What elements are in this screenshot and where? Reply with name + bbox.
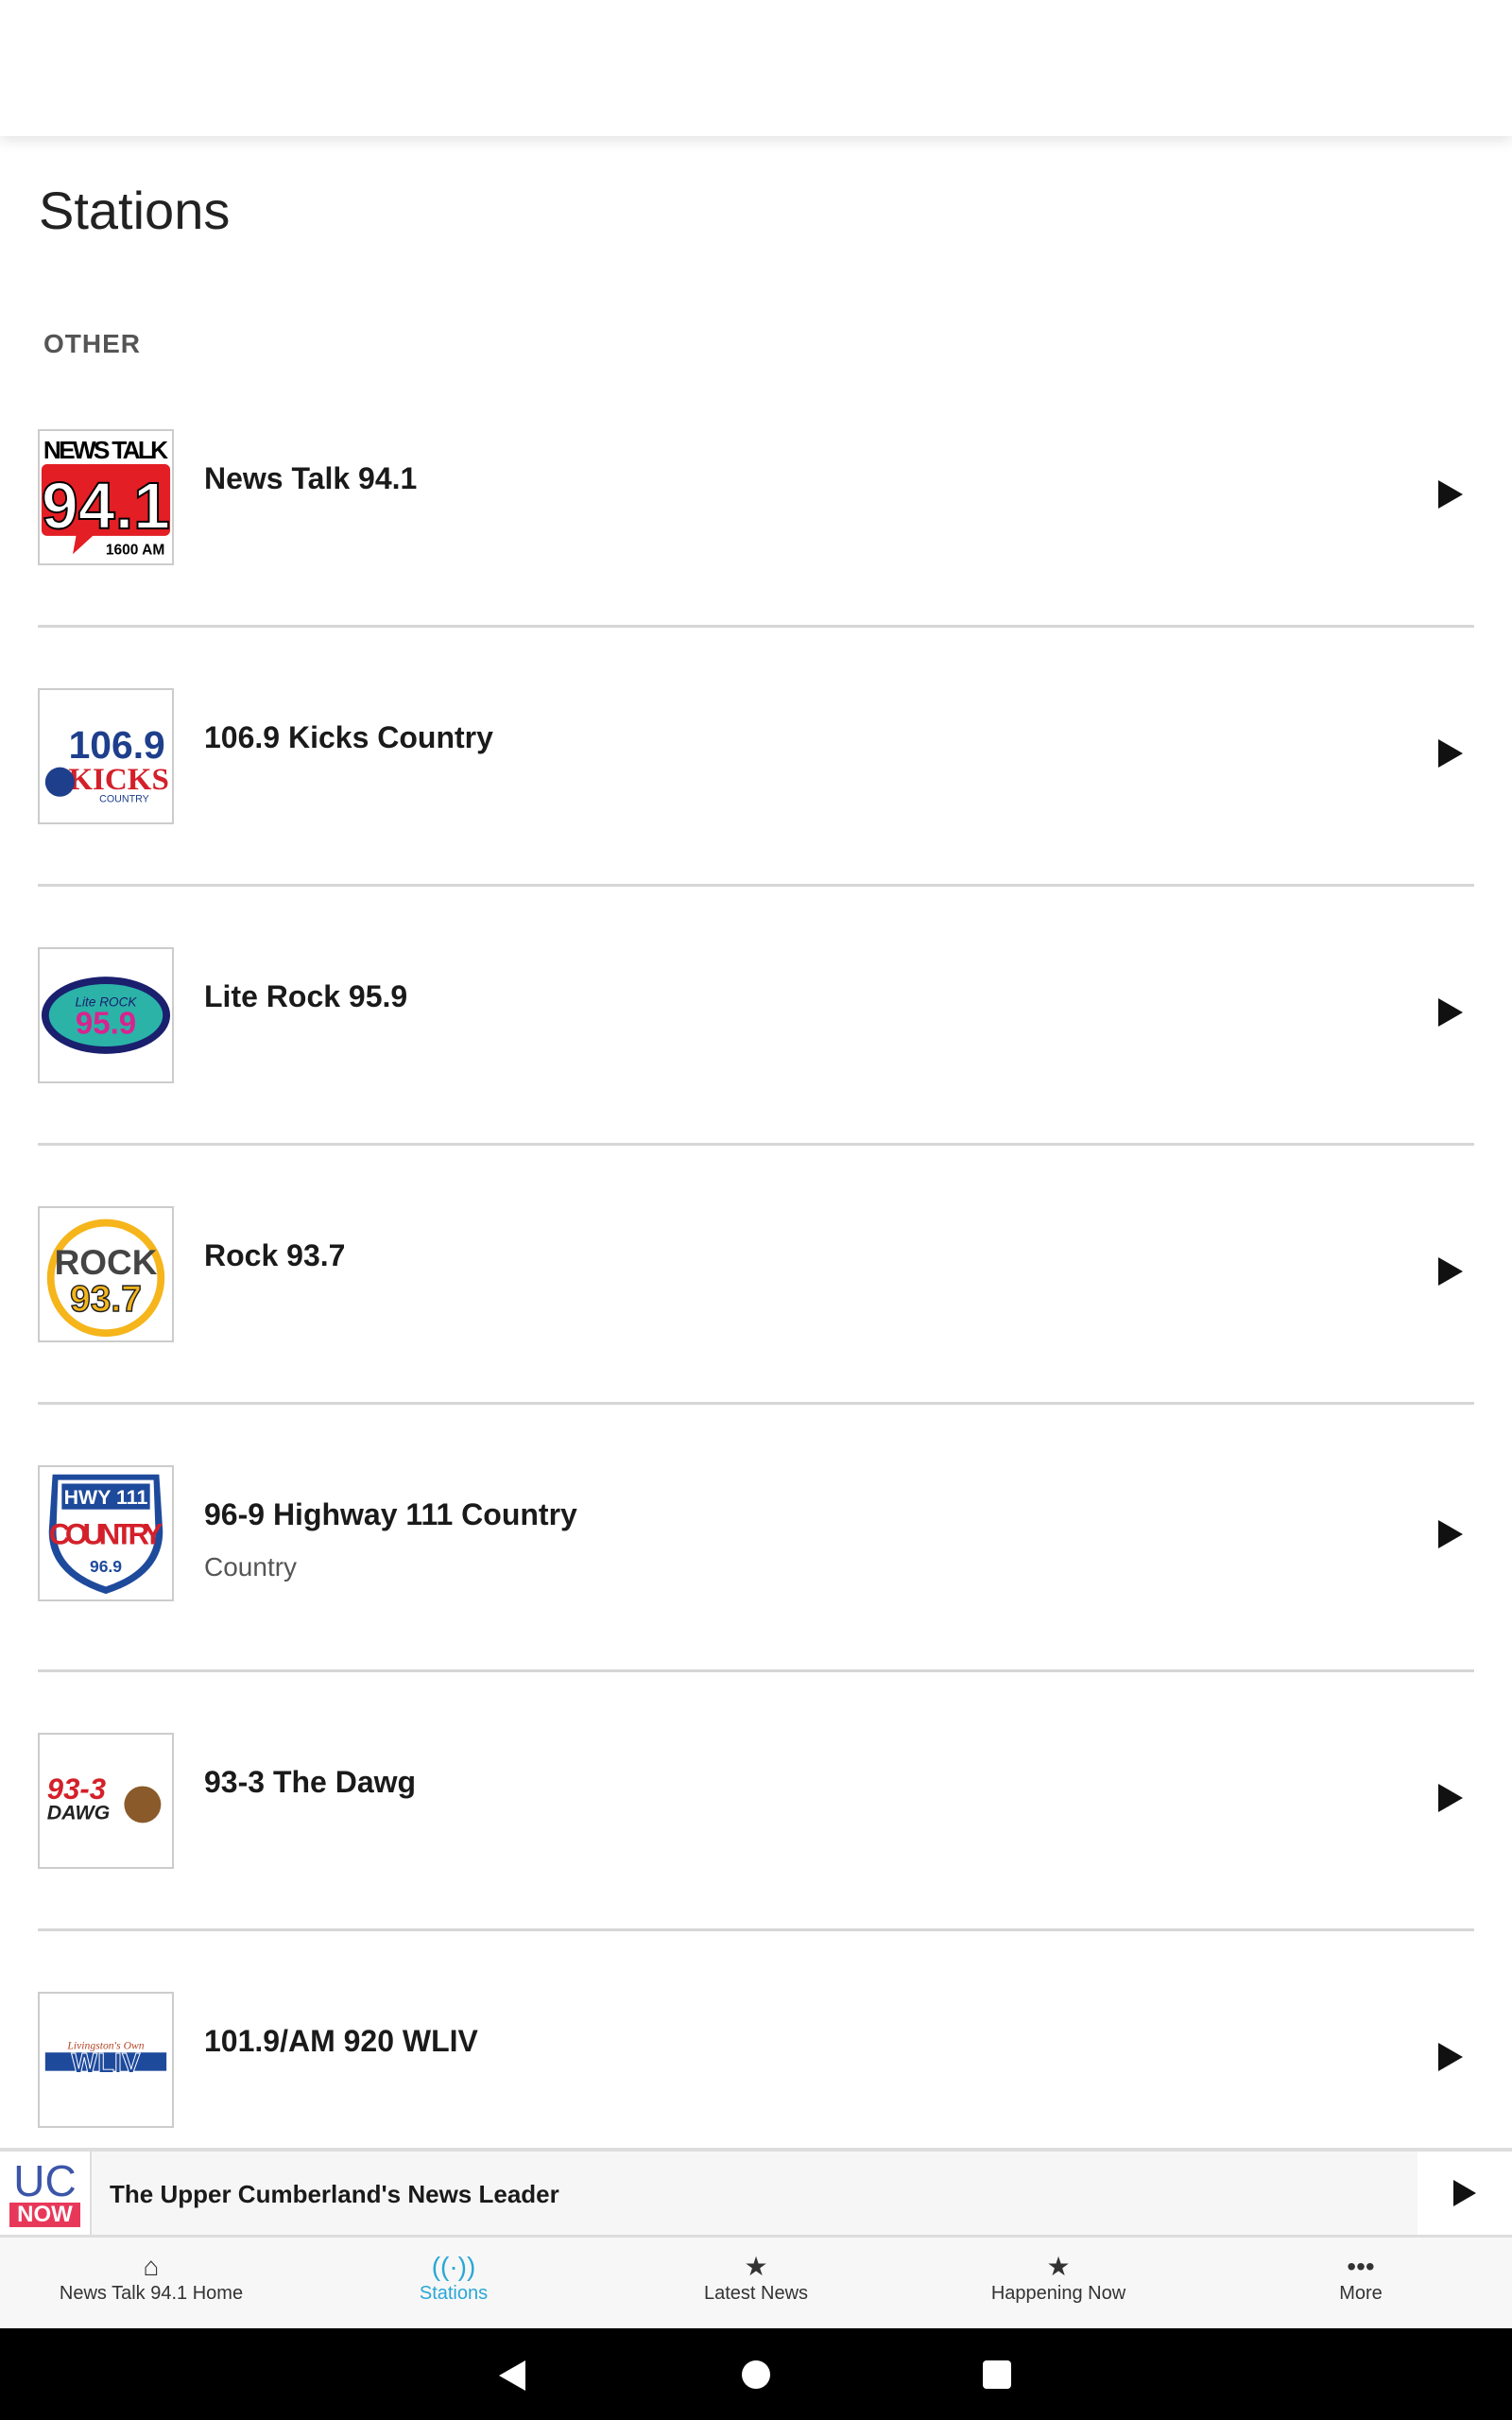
station-logo: NEWS TALK 94.1 1600 AM (38, 429, 174, 565)
station-logo: Livingston's Own WLIV (38, 1992, 174, 2128)
svg-text:94.1: 94.1 (42, 469, 170, 543)
svg-text:106.9: 106.9 (69, 723, 165, 767)
star-icon: ★ (744, 2252, 768, 2281)
svg-text:HWY 111: HWY 111 (64, 1486, 148, 1509)
station-row[interactable]: Lite ROCK 95.9 Lite Rock 95.9 (38, 887, 1474, 1146)
home-circle-icon[interactable] (742, 2360, 770, 2389)
mini-player-title: The Upper Cumberland's News Leader (110, 2180, 559, 2208)
section-header: OTHER (43, 329, 141, 358)
bottom-nav: ⌂ News Talk 94.1 Home ((·)) Stations ★ Late… (0, 2238, 1512, 2328)
station-genre: Country (204, 1552, 298, 1582)
tab-more[interactable]: ••• More (1210, 2238, 1512, 2328)
station-name: News Talk 94.1 (204, 461, 418, 495)
play-icon[interactable] (1438, 1520, 1463, 1548)
svg-text:95.9: 95.9 (76, 1006, 136, 1041)
recents-icon[interactable] (983, 2360, 1011, 2389)
tab-home[interactable]: ⌂ News Talk 94.1 Home (0, 2238, 302, 2328)
tab-happening-now[interactable]: ★ Happening Now (907, 2238, 1210, 2328)
page-title: Stations (39, 181, 231, 240)
home-icon: ⌂ (143, 2252, 160, 2281)
station-name: Lite Rock 95.9 (204, 979, 408, 1013)
svg-text:COUNTRY: COUNTRY (49, 1518, 163, 1551)
star-icon: ★ (1046, 2252, 1071, 2281)
play-icon[interactable] (1438, 2043, 1463, 2071)
tab-latest-news[interactable]: ★ Latest News (605, 2238, 907, 2328)
station-name: 96-9 Highway 111 Country Country (204, 1488, 677, 1594)
station-row[interactable]: 106.9 KICKS COUNTRY 106.9 Kicks Country (38, 628, 1474, 887)
app-bar (0, 0, 1512, 136)
play-icon[interactable] (1438, 739, 1463, 768)
station-name: Rock 93.7 (204, 1238, 346, 1272)
svg-text:96.9: 96.9 (90, 1557, 122, 1576)
play-icon[interactable] (1438, 480, 1463, 509)
station-list: NEWS TALK 94.1 1600 AM News Talk 94.1 106.… (0, 369, 1512, 2190)
tab-stations[interactable]: ((·)) Stations (302, 2238, 605, 2328)
station-logo: HWY 111 COUNTRY 96.9 (38, 1465, 174, 1601)
play-icon[interactable] (1438, 1257, 1463, 1286)
play-icon (1453, 2180, 1476, 2206)
svg-text:NEWS TALK: NEWS TALK (43, 436, 168, 464)
station-row[interactable]: HWY 111 COUNTRY 96.9 96-9 Highway 111 Coun… (38, 1405, 1474, 1672)
svg-text:93.7: 93.7 (70, 1279, 142, 1320)
station-logo: 106.9 KICKS COUNTRY (38, 688, 174, 824)
back-icon[interactable] (499, 2360, 525, 2391)
station-row[interactable]: 93-3 DAWG 93-3 The Dawg (38, 1672, 1474, 1931)
play-icon[interactable] (1438, 1784, 1463, 1812)
svg-text:WLIV: WLIV (72, 2049, 141, 2080)
svg-text:ROCK: ROCK (55, 1243, 158, 1282)
mini-play-button[interactable] (1418, 2152, 1512, 2235)
station-name: 101.9/AM 920 WLIV (204, 2024, 478, 2058)
broadcast-icon: ((·)) (431, 2252, 476, 2281)
system-nav-bar (0, 2328, 1512, 2420)
station-logo: ROCK 93.7 (38, 1206, 174, 1342)
svg-text:DAWG: DAWG (47, 1801, 111, 1824)
svg-text:1600 AM: 1600 AM (106, 542, 165, 558)
play-icon[interactable] (1438, 998, 1463, 1027)
station-name: 93-3 The Dawg (204, 1765, 417, 1799)
svg-text:KICKS: KICKS (68, 763, 169, 797)
station-logo: Lite ROCK 95.9 (38, 947, 174, 1083)
station-row[interactable]: NEWS TALK 94.1 1600 AM News Talk 94.1 (38, 369, 1474, 628)
station-name: 106.9 Kicks Country (204, 720, 493, 754)
svg-text:COUNTRY: COUNTRY (99, 794, 149, 805)
station-row[interactable]: ROCK 93.7 Rock 93.7 (38, 1146, 1474, 1405)
station-logo: 93-3 DAWG (38, 1733, 174, 1869)
mini-player[interactable]: UC NOW The Upper Cumberland's News Leade… (0, 2148, 1512, 2238)
more-icon: ••• (1347, 2252, 1375, 2281)
uc-now-logo: UC NOW (0, 2152, 92, 2235)
